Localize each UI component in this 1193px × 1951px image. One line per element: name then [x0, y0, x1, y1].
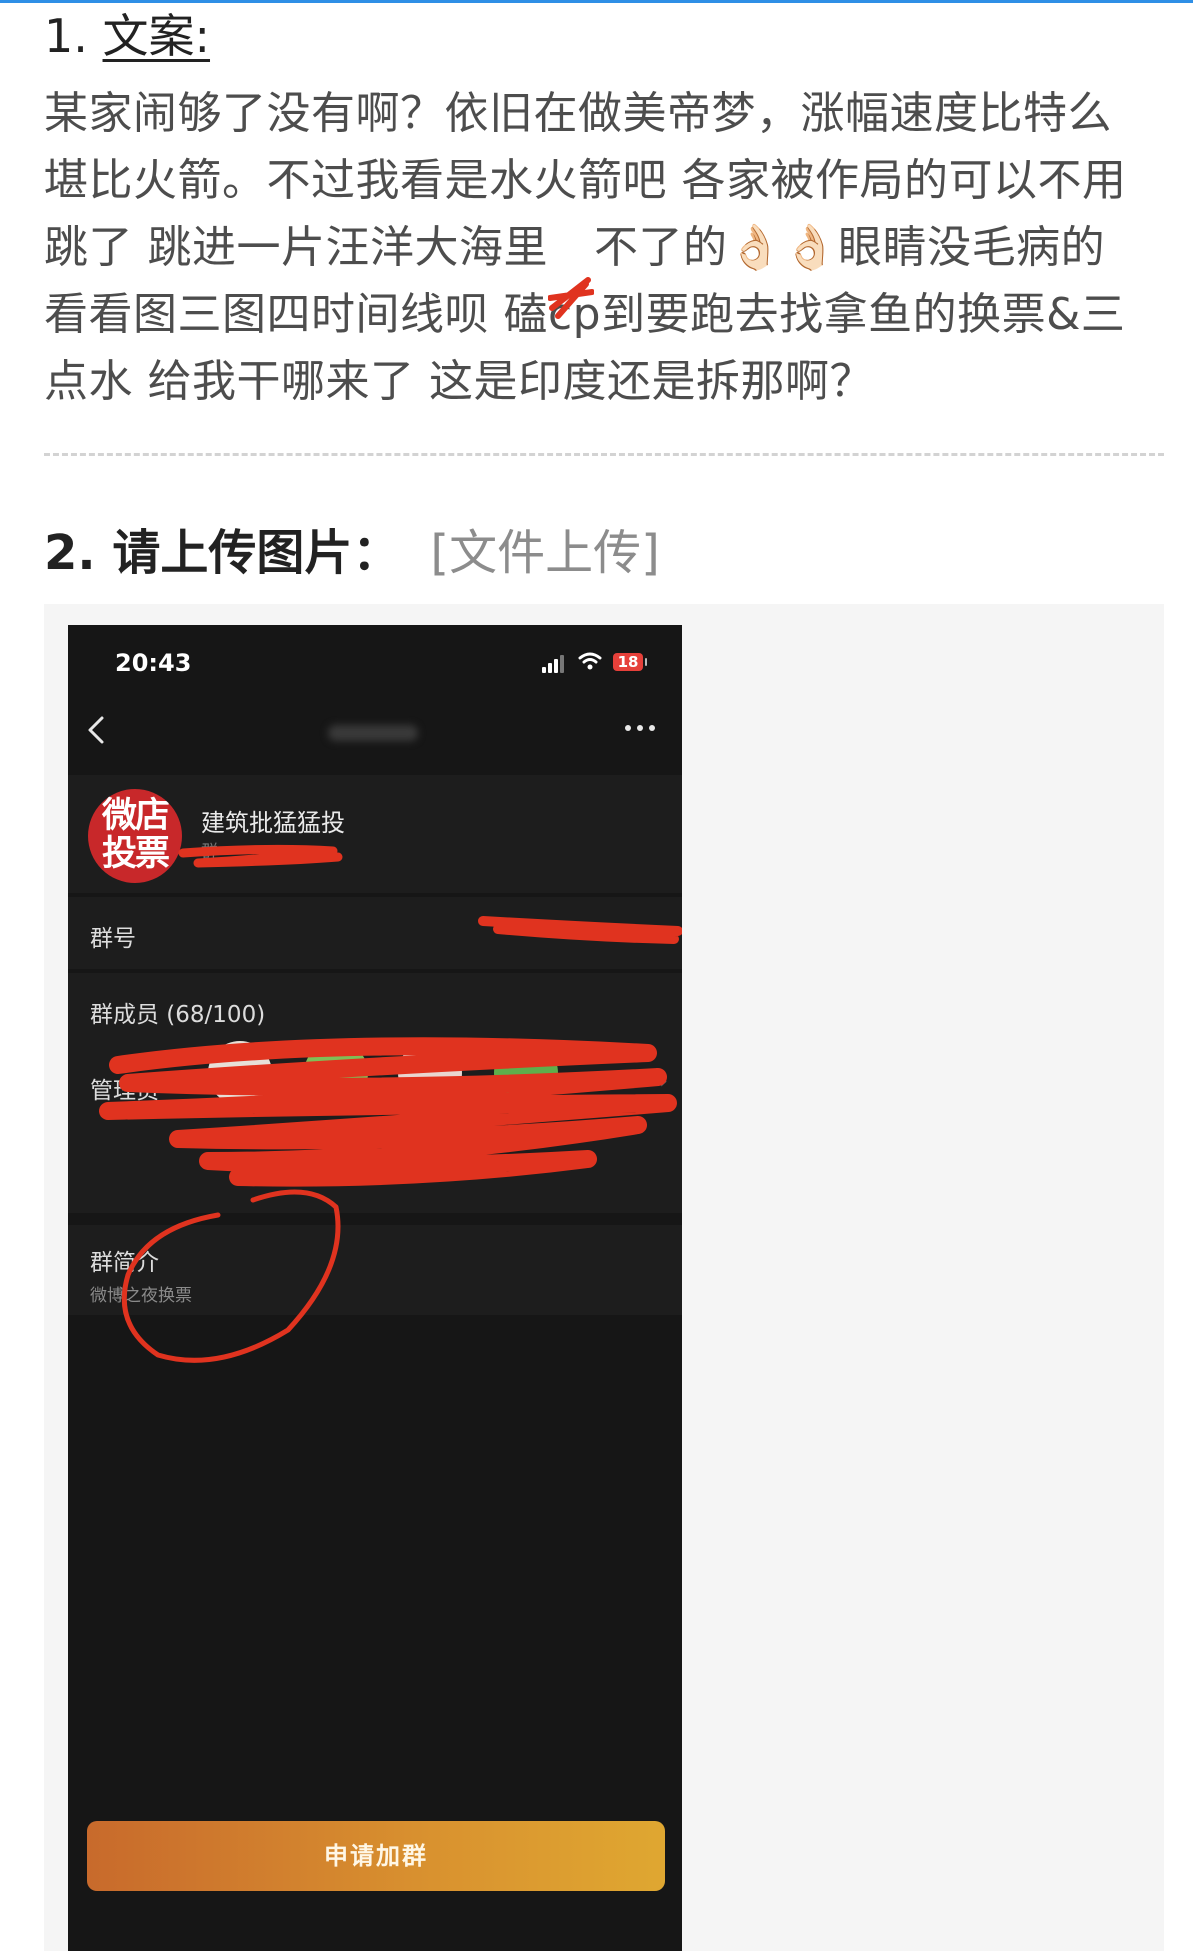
question-1-label: 文案: [102, 9, 211, 63]
question-2-title: 2. 请上传图片： [44, 525, 401, 581]
answer-line: 看看图三图四时间线呗 磕cp到要跑去找拿鱼的换票&三 [44, 289, 1126, 340]
answer-line: 堪比火箭。不过我看是水火箭吧 各家被作局的可以不用 [44, 155, 1127, 206]
file-upload-link[interactable]: [文件上传] [430, 525, 659, 581]
ok-hand-emoji: 👌🏻👌🏻 [727, 222, 839, 273]
question-1-heading: 1. 文案: [44, 6, 210, 66]
dashed-divider [44, 453, 1164, 456]
answer-line: 某家闹够了没有啊？依旧在做美帝梦，涨幅速度比特么 [44, 88, 1112, 139]
circle-highlight [121, 1189, 341, 1363]
scribble-members [99, 1037, 677, 1187]
answer-fragment: 不了的 [594, 222, 728, 273]
apply-join-group-button[interactable]: 申请加群 [87, 1821, 665, 1891]
top-accent-line [0, 0, 1193, 3]
answer-line: 跳了 跳进一片汪洋大海里 不了的👌🏻👌🏻眼睛没毛病的 [44, 214, 1169, 319]
uploaded-screenshot: 20:43 18 微店 投票 建筑批猛猛投 群 群号 群成员 (68/100) [68, 625, 682, 1951]
scribble-name [178, 844, 343, 868]
answer-line: 点水 给我干哪来了 这是印度还是拆那啊？ [44, 356, 874, 407]
red-strike-mark [548, 277, 594, 319]
question-1-answer-text: 某家闹够了没有啊？依旧在做美帝梦，涨幅速度比特么 堪比火箭。不过我看是水火箭吧 … [44, 80, 1169, 415]
answer-fragment: 眼睛没毛病的 [838, 222, 1106, 273]
scribble-group-id [478, 916, 682, 944]
answer-fragment: 跳了 跳进一片汪洋大海里 [44, 222, 548, 273]
question-2-heading: 2. 请上传图片： [文件上传] [44, 520, 660, 586]
red-scribble-overlay [99, 844, 682, 1363]
question-1-number: 1. [44, 9, 88, 63]
